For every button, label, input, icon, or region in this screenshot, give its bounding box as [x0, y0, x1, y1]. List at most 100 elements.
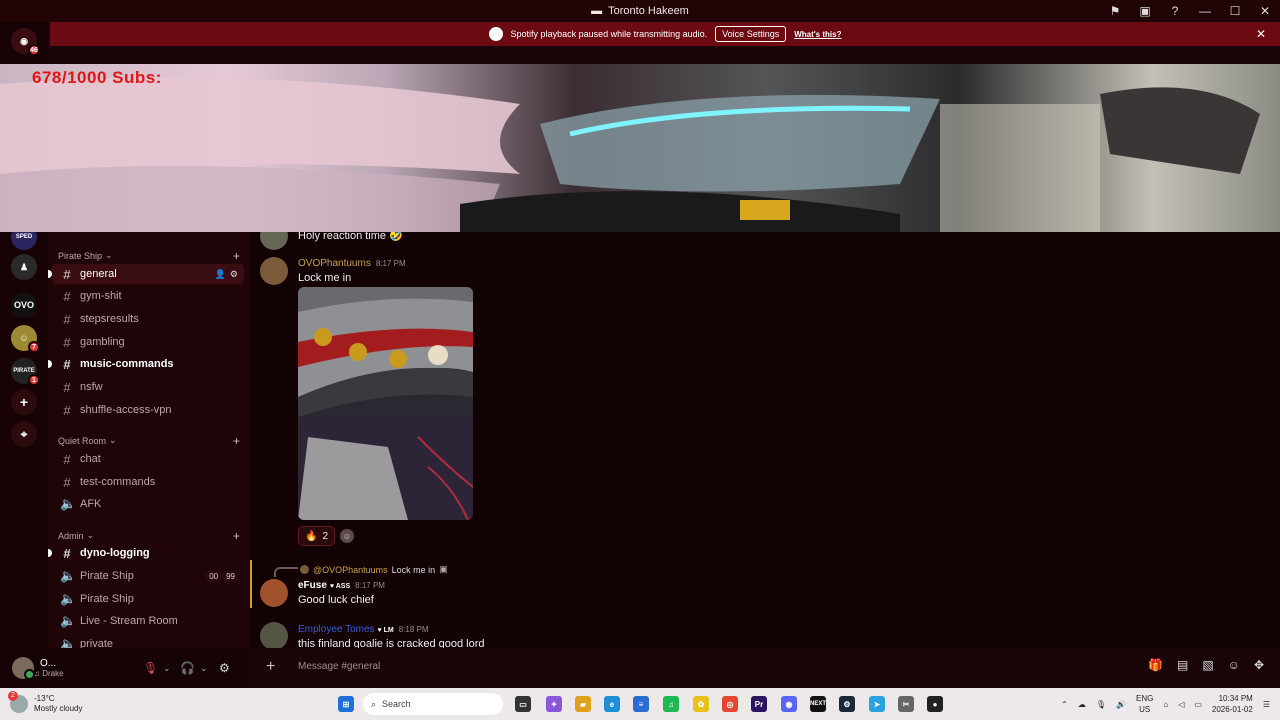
voice-channel-afk[interactable]: 🔈 AFK [52, 494, 244, 514]
role-tag: ♥ ASS [329, 583, 351, 590]
avatar[interactable] [12, 657, 35, 680]
voice-settings-button[interactable]: Voice Settings [715, 26, 787, 42]
casino-table-image [298, 287, 473, 520]
server-icon-pirate-ship[interactable]: PIRATE 1 [11, 358, 40, 386]
apps-icon[interactable]: ✥ [1254, 658, 1264, 672]
notice-text: Spotify playback paused while transmitti… [510, 29, 708, 39]
chevron-down-icon[interactable]: ⌄ [163, 663, 171, 674]
message-input[interactable]: Message #general [298, 661, 380, 672]
add-channel-icon[interactable]: + [233, 249, 240, 263]
user-settings-gear-icon[interactable]: ⚙ [219, 661, 230, 675]
avatar[interactable] [260, 257, 288, 285]
edge-icon[interactable]: e [604, 696, 620, 712]
start-icon[interactable]: ⊞ [338, 696, 354, 712]
voice-channel-pirate-ship[interactable]: 🔈 Pirate Ship 00 99 [52, 566, 244, 586]
steam-icon[interactable]: ⚙ [839, 696, 855, 712]
category-admin[interactable]: Admin ⌄ + [58, 529, 240, 543]
server-icon-ovo[interactable]: OVO [11, 292, 37, 318]
cloud-sync-icon[interactable]: ☁ [1078, 700, 1086, 709]
copilot-icon[interactable]: ✦ [546, 696, 562, 712]
gif-icon[interactable]: ▤ [1177, 658, 1188, 672]
add-channel-icon[interactable]: + [233, 434, 240, 448]
snipping-tool-icon[interactable]: ✂ [898, 696, 914, 712]
close-notice-icon[interactable]: ✕ [1256, 27, 1266, 41]
image-attachment[interactable] [298, 287, 473, 520]
voice-channel-pirate-ship-2[interactable]: 🔈 Pirate Ship [52, 589, 244, 609]
add-reaction-icon[interactable]: ☺ [340, 529, 354, 543]
language-indicator[interactable]: ENG US [1136, 693, 1153, 715]
channel-stepsresults[interactable]: # stepsresults [52, 309, 244, 329]
speaker-icon[interactable]: ◁ [1178, 700, 1184, 709]
channel-gambling[interactable]: # gambling [52, 332, 244, 352]
file-explorer-icon[interactable]: ▰ [575, 696, 591, 712]
channel-test-commands[interactable]: # test-commands [52, 472, 244, 492]
volume-icon[interactable]: 🔊 [1116, 700, 1126, 709]
add-channel-icon[interactable]: + [233, 529, 240, 543]
clock[interactable]: 10:34 PM 2026-01-02 [1212, 693, 1253, 715]
message-author[interactable]: eFuse ♥ ASS 8:17 PM [298, 580, 385, 591]
avatar[interactable] [260, 579, 288, 607]
home-button[interactable]: ◉ 46 [11, 28, 40, 56]
voice-channel-private[interactable]: 🔈 private [52, 634, 244, 648]
discover-button[interactable]: ⌖ [11, 421, 37, 447]
category-pirate-ship[interactable]: Pirate Ship ⌄ + [58, 249, 240, 263]
app-icon[interactable]: ✿ [693, 696, 709, 712]
maximize-icon[interactable]: ☐ [1220, 0, 1250, 22]
mute-mic-icon[interactable]: 🎙 [143, 661, 158, 675]
sticker-icon[interactable]: ▧ [1202, 658, 1213, 672]
upload-plus-icon[interactable]: + [266, 658, 275, 676]
minimize-icon[interactable]: — [1190, 0, 1220, 22]
premiere-icon[interactable]: Pr [751, 696, 767, 712]
speaker-icon: 🔈 [60, 568, 77, 583]
network-icon[interactable]: ⌂ [1163, 700, 1168, 709]
gear-icon[interactable]: ⚙ [230, 269, 238, 280]
invite-icon[interactable]: 👤 [215, 269, 226, 280]
telegram-icon[interactable]: ➤ [869, 696, 885, 712]
close-icon[interactable]: ✕ [1250, 0, 1280, 22]
obs-icon[interactable]: ● [927, 696, 943, 712]
taskbar-search[interactable]: ⌕ Search [363, 693, 503, 715]
chevron-up-icon[interactable]: ⌃ [1061, 700, 1068, 709]
reply-preview[interactable]: @OVOPhantuums Lock me in ▣ [300, 564, 448, 575]
task-view-icon[interactable]: ▭ [515, 696, 531, 712]
spotify-icon[interactable]: ♫ [663, 696, 679, 712]
message-author[interactable]: OVOPhantuums 8:17 PM [298, 258, 406, 269]
message-author[interactable]: Employee Tomes ♥ LM 8:18 PM [298, 624, 429, 635]
next-icon[interactable]: NEXT [810, 696, 826, 712]
category-quiet-room[interactable]: Quiet Room ⌄ + [58, 434, 240, 448]
reaction-pill[interactable]: 🔥 2 [298, 526, 336, 546]
deafen-icon[interactable]: 🎧 [180, 661, 195, 675]
chevron-down-icon[interactable]: ⌄ [200, 663, 208, 674]
gift-icon[interactable]: 🎁 [1148, 658, 1163, 672]
discord-icon[interactable]: ◉ [781, 696, 797, 712]
notepad-icon[interactable]: ≡ [633, 696, 649, 712]
help-icon[interactable]: ? [1160, 0, 1190, 22]
flag-icon[interactable]: ⚑ [1100, 0, 1130, 22]
mic-icon[interactable]: 🎙 [1096, 700, 1106, 709]
add-server-button[interactable]: + [11, 389, 37, 415]
role-tag: ♥ LM [377, 627, 394, 634]
whats-this-link[interactable]: What's this? [794, 30, 841, 39]
message-timestamp: 8:17 PM [375, 259, 406, 268]
battery-icon[interactable]: ▭ [1194, 700, 1202, 709]
channel-music-commands[interactable]: # music-commands [48, 354, 244, 374]
server-icon-4[interactable]: ☺ 7 [11, 325, 40, 353]
hash-icon: # [63, 288, 71, 304]
chrome-icon[interactable]: ◎ [722, 696, 738, 712]
emoji-icon[interactable]: ☺ [1228, 658, 1240, 672]
channel-dyno-logging[interactable]: # dyno-logging [48, 543, 244, 563]
inbox-icon[interactable]: ▣ [1130, 0, 1160, 22]
avatar[interactable] [260, 622, 288, 648]
notifications-icon[interactable]: ☰ [1263, 700, 1270, 709]
channel-general[interactable]: # general 👤 ⚙ [48, 264, 244, 284]
channel-shuffle-access-vpn[interactable]: # shuffle-access-vpn [52, 400, 244, 420]
reply-connector [274, 567, 298, 577]
voice-channel-live-stream-room[interactable]: 🔈 Live - Stream Room [52, 611, 244, 631]
server-icon-2[interactable]: ♟ [11, 254, 37, 280]
weather-widget[interactable]: 2 -13°C Mostly cloudy [8, 691, 82, 714]
channel-chat[interactable]: # chat [52, 449, 244, 469]
chevron-down-icon: ⌄ [109, 435, 117, 445]
channel-nsfw[interactable]: # nsfw [52, 377, 244, 397]
windows-taskbar: 2 -13°C Mostly cloudy ⊞ ⌕ Search ▭ ✦ ▰ e… [0, 688, 1280, 720]
channel-gym-shit[interactable]: # gym-shit [52, 286, 244, 306]
